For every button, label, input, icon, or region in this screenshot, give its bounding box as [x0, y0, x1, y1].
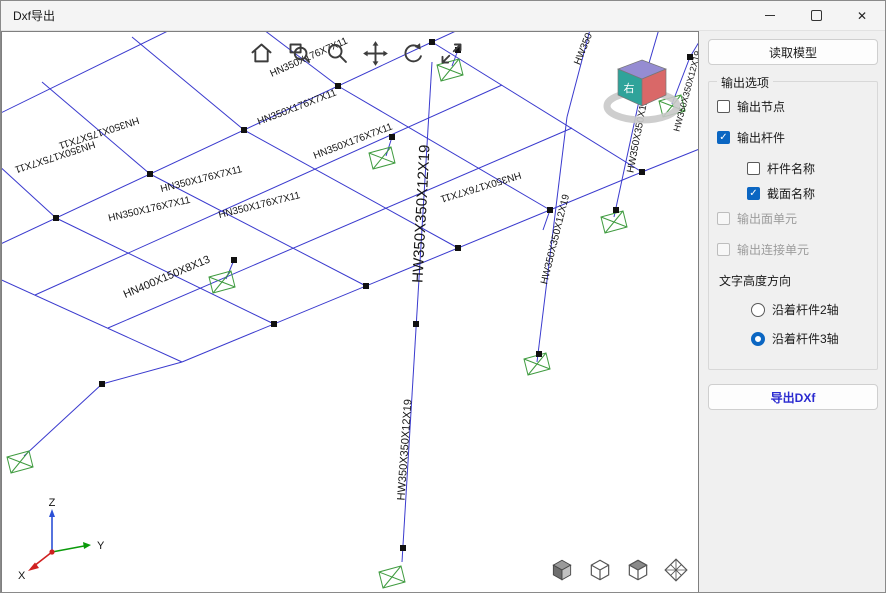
cube-solid-icon[interactable]: [547, 555, 577, 585]
section-symbol: [209, 271, 235, 293]
dxf-export-dialog: Dxf导出 ✕ HN350X176X7X11HN350X176X7X11HN35…: [0, 0, 886, 593]
checkbox-box: [717, 243, 730, 256]
axis-y-label: Y: [97, 540, 105, 552]
member-line[interactable]: [338, 86, 550, 210]
checkbox-box[interactable]: [747, 162, 760, 175]
node-marker[interactable]: [536, 351, 542, 357]
view-cube-face-label: 右: [624, 81, 635, 95]
member-label: HW350X350X12X19: [395, 399, 414, 501]
radio-dot[interactable]: [751, 332, 765, 346]
member-label: HN350X176X7X11: [256, 87, 339, 127]
checkbox-list: 输出节点 ✓ 输出杆件杆件名称 ✓ 截面名称输出面单元输出连接单元: [717, 98, 869, 258]
node-marker[interactable]: [547, 207, 553, 213]
text-direction-label: 文字高度方向: [719, 272, 869, 289]
member-line[interactable]: [24, 384, 102, 456]
checkbox-output-members[interactable]: ✓ 输出杆件: [717, 129, 869, 146]
checkbox-label: 输出节点: [737, 98, 785, 115]
checkbox-box[interactable]: [717, 100, 730, 113]
node-marker[interactable]: [400, 545, 406, 551]
radio-list: 沿着杆件2轴沿着杆件3轴: [717, 301, 869, 347]
checkbox-section-names[interactable]: ✓ 截面名称: [747, 185, 869, 202]
view-cube[interactable]: 右: [600, 54, 684, 137]
options-panel: 读取模型 输出选项 输出节点✓输出杆件杆件名称✓截面名称输出面单元输出连接单元 …: [699, 31, 886, 593]
checkbox-output-plates: 输出面单元: [717, 210, 869, 227]
axis-triad: Z Y X: [10, 496, 110, 587]
radio-label: 沿着杆件2轴: [772, 301, 839, 318]
member-label: HN400X150X8X13: [122, 254, 212, 301]
node-marker[interactable]: [455, 245, 461, 251]
axis-z-label: Z: [49, 497, 56, 509]
member-label: HN350X175X7X11: [13, 138, 96, 174]
member-line[interactable]: [132, 37, 244, 130]
minimize-button[interactable]: [747, 1, 793, 30]
checkbox-label: 输出连接单元: [737, 241, 809, 258]
checkbox-label: 截面名称: [767, 185, 815, 202]
maximize-icon: [811, 10, 822, 21]
member-label: HN350X176X7X11: [159, 164, 243, 195]
display-mode-toolbar: [547, 555, 691, 585]
close-button[interactable]: ✕: [839, 1, 885, 30]
group-title: 输出选项: [717, 74, 773, 91]
title-bar: Dxf导出 ✕: [1, 1, 885, 31]
node-marker[interactable]: [613, 207, 619, 213]
cube-wire-icon[interactable]: [585, 555, 615, 585]
model-viewport[interactable]: HN350X176X7X11HN350X176X7X11HN350X176X7X…: [1, 31, 699, 593]
member-label: HN350X176X7X11: [312, 121, 395, 161]
node-marker[interactable]: [99, 381, 105, 387]
node-marker[interactable]: [147, 171, 153, 177]
section-symbol: [601, 211, 627, 233]
radio-along-axis2[interactable]: 沿着杆件2轴: [751, 301, 869, 318]
rotate-icon[interactable]: [398, 38, 428, 68]
close-icon: ✕: [857, 9, 867, 23]
node-marker[interactable]: [363, 283, 369, 289]
member-label: HN350X176X7X11: [217, 190, 301, 221]
node-marker[interactable]: [231, 257, 237, 263]
read-model-button[interactable]: 读取模型: [708, 39, 878, 65]
home-icon[interactable]: [246, 38, 276, 68]
node-marker[interactable]: [271, 321, 277, 327]
checkbox-output-links: 输出连接单元: [717, 241, 869, 258]
radio-label: 沿着杆件3轴: [772, 330, 839, 347]
checkbox-label: 杆件名称: [767, 160, 815, 177]
checkbox-member-names[interactable]: 杆件名称: [747, 160, 869, 177]
member-label: HW350X350X12X19: [409, 144, 433, 283]
cube-face-icon[interactable]: [623, 555, 653, 585]
checkbox-box[interactable]: ✓: [747, 187, 760, 200]
fullscreen-icon[interactable]: [436, 38, 466, 68]
checkbox-label: 输出杆件: [737, 129, 785, 146]
member-label: HN350X175X7X11: [57, 114, 140, 150]
checkbox-output-nodes[interactable]: 输出节点: [717, 98, 869, 115]
node-marker[interactable]: [53, 215, 59, 221]
section-symbol: [7, 451, 33, 473]
member-line[interactable]: [642, 148, 698, 172]
pan-icon[interactable]: [360, 38, 390, 68]
minimize-icon: [765, 15, 775, 16]
member-line[interactable]: [2, 132, 56, 218]
member-line[interactable]: [102, 362, 182, 384]
zoom-window-icon[interactable]: [284, 38, 314, 68]
node-marker[interactable]: [389, 134, 395, 140]
axis-x-label: X: [18, 570, 26, 582]
window-title: Dxf导出: [1, 7, 747, 24]
export-dxf-button[interactable]: 导出DXf: [708, 384, 878, 410]
section-symbol: [369, 147, 395, 169]
cube-facet-icon[interactable]: [661, 555, 691, 585]
node-marker[interactable]: [639, 169, 645, 175]
checkbox-box[interactable]: ✓: [717, 131, 730, 144]
member-line[interactable]: [2, 32, 227, 132]
checkbox-box: [717, 212, 730, 225]
node-marker[interactable]: [241, 127, 247, 133]
checkbox-label: 输出面单元: [737, 210, 797, 227]
member-label: HW350: [572, 32, 595, 67]
node-marker[interactable]: [335, 83, 341, 89]
radio-dot[interactable]: [751, 303, 765, 317]
section-symbol: [379, 566, 405, 588]
maximize-button[interactable]: [793, 1, 839, 30]
viewport-toolbar: [246, 38, 466, 68]
node-marker[interactable]: [413, 321, 419, 327]
output-options-group: 输出选项 输出节点✓输出杆件杆件名称✓截面名称输出面单元输出连接单元 文字高度方…: [708, 81, 878, 370]
zoom-icon[interactable]: [322, 38, 352, 68]
radio-along-axis3[interactable]: 沿着杆件3轴: [751, 330, 869, 347]
member-label: HN350X176X7X11: [107, 195, 192, 225]
